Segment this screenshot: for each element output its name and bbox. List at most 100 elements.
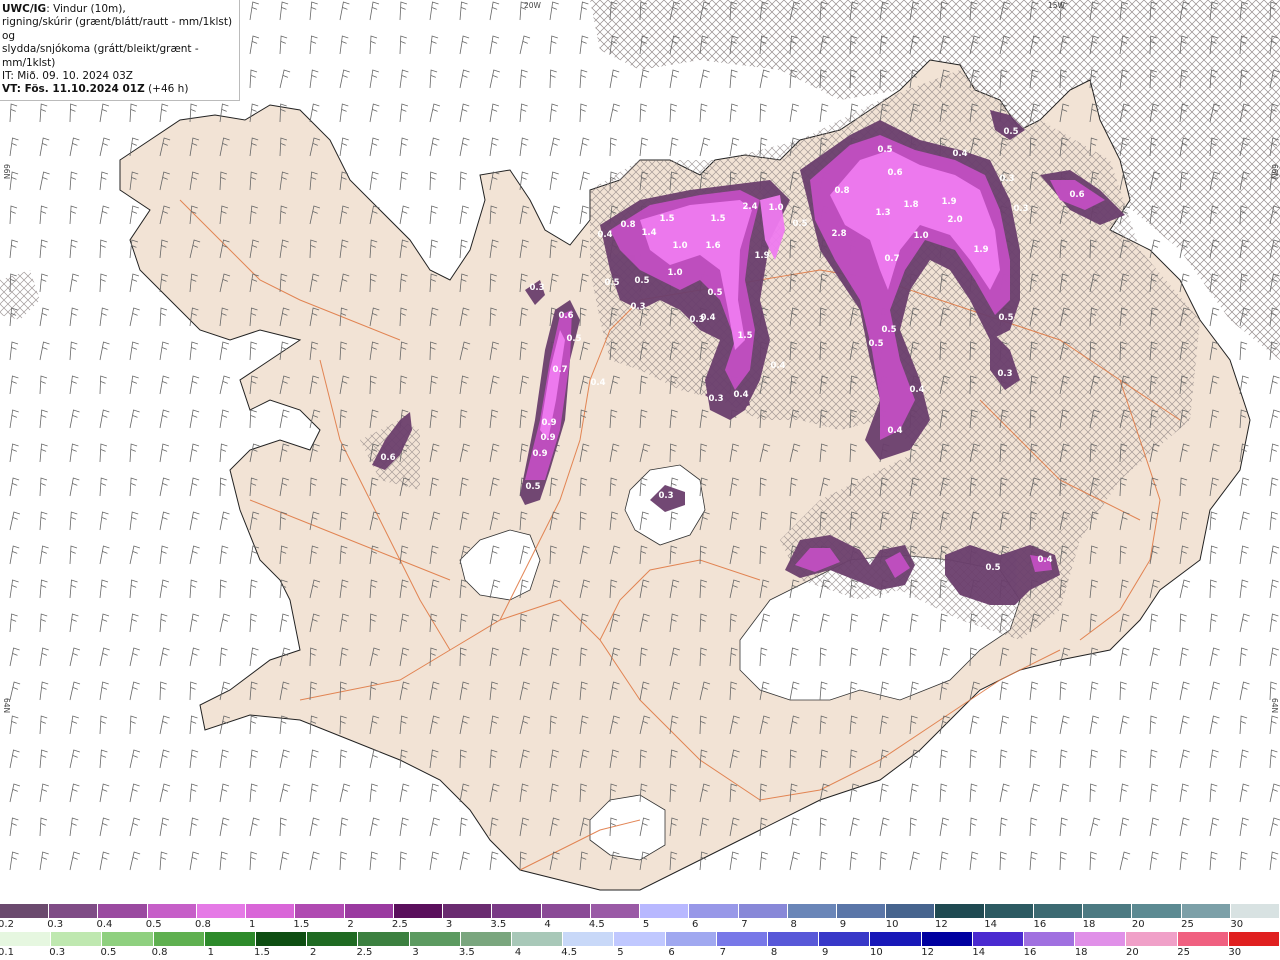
- colorbar-label: 25: [1181, 919, 1194, 930]
- precip-value-label: 0.3: [1013, 204, 1028, 214]
- snow-description: slydda/snjókoma (grátt/bleikt/grænt - mm…: [2, 43, 199, 69]
- colorbar-label: 5: [642, 919, 650, 930]
- colorbar-label: 3: [445, 919, 453, 930]
- colorbar-swatch: [541, 904, 591, 918]
- colorbar-label: 2: [310, 947, 317, 958]
- valid-time: VT: Fös. 11.10.2024 01Z: [2, 83, 145, 96]
- colorbar-swatch: [460, 932, 513, 946]
- colorbar-label: 3.5: [458, 947, 475, 958]
- colorbar-label: 12: [921, 947, 934, 958]
- colorbar-label: 4: [544, 919, 551, 930]
- precip-value-label: 0.3: [630, 302, 645, 312]
- precip-legend: 0.2 0.3 0.4 0.5 0.8 1 1.5 2 2.5 3 3.5 4 4.5 5 6 7 8 9 10 12…: [0, 902, 1280, 960]
- colorbar-label: 10: [885, 919, 899, 930]
- colorbar-label: 4.5: [561, 947, 578, 958]
- precip-value-label: 0.4: [597, 230, 612, 240]
- variable-description: : Vindur (10m),: [46, 3, 126, 15]
- lat-label-left-66n: 66N: [2, 164, 11, 180]
- precip-value-label: 0.6: [1069, 190, 1084, 200]
- colorbar-swatch: [716, 932, 769, 946]
- colorbar-swatch: [768, 932, 820, 946]
- precip-value-label: 0.5: [881, 325, 896, 335]
- model-name: UWC/IG: [2, 3, 47, 15]
- precip-value-label: 0.4: [770, 361, 785, 371]
- precip-value-label: 0.9: [540, 433, 555, 443]
- precip-value-label: 0.3: [708, 394, 723, 404]
- colorbar-label: 0.3: [49, 947, 66, 958]
- colorbar-swatch: [614, 932, 666, 946]
- colorbar-swatch: [51, 932, 103, 946]
- snow-colorbar-labels: 0.2 0.3 0.4 0.5 0.8 1 1.5 2 2.5 3 3.5 4 4.5 5 6 7 8 9 10 12…: [0, 919, 1280, 931]
- precip-value-label: 0.9: [541, 418, 556, 428]
- precip-value-label: 0.5: [985, 563, 1000, 573]
- colorbar-swatch: [1126, 932, 1178, 946]
- precip-value-label: 0.5: [877, 145, 892, 155]
- precip-value-label: 2.4: [742, 202, 757, 212]
- forecast-map-viewer: 0.6 0.3 0.6 0.5 0.7 0.4 0.9 0.9 0.9 0.5 0.4 0.8 1.4 1…: [0, 0, 1280, 960]
- precip-value-label: 1.5: [710, 214, 725, 224]
- colorbar-swatch: [246, 904, 296, 918]
- colorbar-swatch: [49, 904, 99, 918]
- colorbar-swatch: [393, 904, 444, 918]
- precip-value-label: 0.8: [834, 186, 849, 196]
- colorbar-swatch: [307, 932, 359, 946]
- colorbar-label: 8: [770, 947, 778, 958]
- colorbar-label: 0.8: [194, 919, 211, 930]
- colorbar-swatch: [1181, 904, 1231, 918]
- colorbar-swatch: [738, 904, 788, 918]
- precip-value-label: 0.5: [792, 219, 807, 229]
- colorbar-label: 30: [1228, 947, 1242, 958]
- colorbar-swatch: [1024, 932, 1076, 946]
- colorbar-swatch: [344, 904, 394, 918]
- colorbar-label: 14: [972, 947, 986, 958]
- colorbar-label: 14: [984, 919, 997, 930]
- colorbar-swatch: [153, 932, 205, 946]
- colorbar-label: 1.5: [254, 947, 270, 958]
- precip-value-label: 0.4: [952, 149, 967, 159]
- colorbar-swatch: [1033, 904, 1084, 918]
- colorbar-swatch: [1230, 904, 1280, 918]
- colorbar-swatch: [98, 904, 148, 918]
- colorbar-label: 0.2: [0, 919, 14, 930]
- colorbar-label: 20: [1131, 919, 1145, 930]
- colorbar-swatch: [512, 932, 564, 946]
- precip-value-label: 1.8: [903, 200, 918, 210]
- colorbar-label: 0.1: [0, 947, 14, 958]
- precip-value-label: 0.5: [525, 482, 540, 492]
- colorbar-label: 2.5: [391, 919, 408, 930]
- colorbar-label: 0.4: [96, 919, 113, 930]
- precip-value-label: 0.5: [604, 278, 619, 288]
- colorbar-swatch: [972, 932, 1025, 946]
- precip-value-label: 0.4: [733, 390, 748, 400]
- precip-value-label: 0.4: [887, 426, 902, 436]
- precip-value-label: 0.9: [532, 449, 547, 459]
- precip-value-label: 0.3: [997, 369, 1012, 379]
- colorbar-label: 6: [668, 947, 675, 958]
- colorbar-label: 30: [1230, 919, 1244, 930]
- precip-value-label: 1.3: [875, 208, 890, 218]
- precip-value-label: 0.4: [590, 378, 605, 388]
- colorbar-label: 18: [1082, 919, 1096, 930]
- precip-value-label: 0.7: [552, 365, 567, 375]
- colorbar-swatch: [1132, 904, 1182, 918]
- forecast-info-box: UWC/IG: Vindur (10m), rigning/skúrir (gr…: [0, 0, 240, 101]
- precip-value-label: 0.5: [707, 288, 722, 298]
- colorbar-swatch: [1228, 932, 1280, 946]
- colorbar-label: 0.5: [100, 947, 117, 958]
- lat-label-left-64n: 64N: [2, 698, 11, 714]
- colorbar-label: 0.8: [151, 947, 168, 958]
- colorbar-swatch: [295, 904, 345, 918]
- colorbar-swatch: [204, 932, 257, 946]
- colorbar-label: 18: [1074, 947, 1088, 958]
- precip-value-label: 0.5: [998, 313, 1013, 323]
- precip-value-label: 0.8: [620, 220, 635, 230]
- colorbar-label: 1: [207, 947, 214, 958]
- colorbar-swatch: [492, 904, 542, 918]
- colorbar-swatch: [102, 932, 154, 946]
- colorbar-swatch: [935, 904, 985, 918]
- precip-value-label: 0.6: [380, 453, 395, 463]
- colorbar-label: 9: [822, 947, 829, 958]
- colorbar-swatch: [358, 932, 410, 946]
- colorbar-label: 1.5: [293, 919, 310, 930]
- precip-value-label: 1.9: [754, 251, 769, 261]
